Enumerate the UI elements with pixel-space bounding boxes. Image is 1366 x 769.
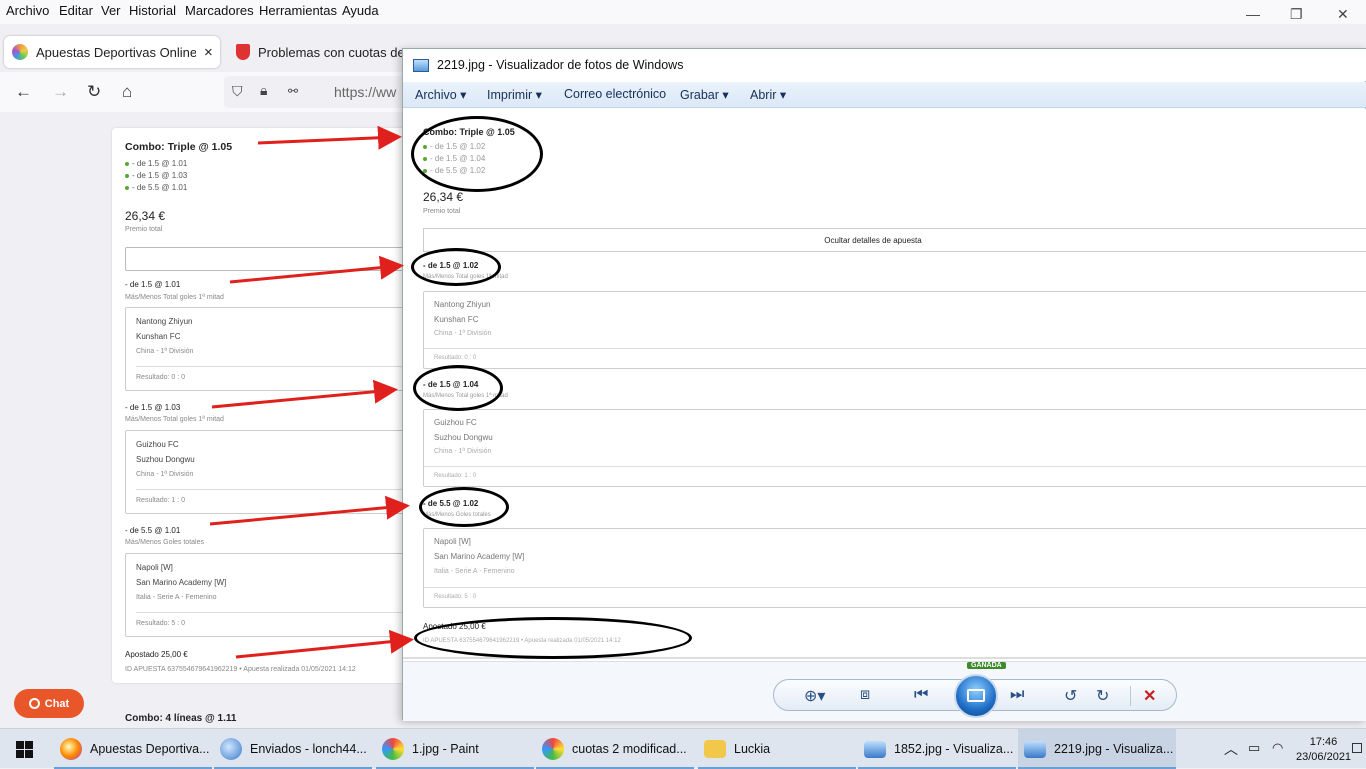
viewer-title: 2219.jpg - Visualizador de fotos de Wind… xyxy=(437,58,684,72)
rotate-left-icon[interactable]: ↺ xyxy=(1064,686,1077,706)
viewer-image: Combo: Triple @ 1.05 - de 1.5 @ 1.02 - d… xyxy=(403,109,1366,661)
firefox-icon xyxy=(60,738,82,760)
taskbar-item-thunderbird[interactable]: Enviados - lonch44... xyxy=(214,729,372,769)
league: China - 1ª División xyxy=(434,330,492,337)
viewer-menubar: Archivo ▾ Imprimir ▾ Correo electrónico … xyxy=(403,82,1366,108)
viewer-match-box: Nantong Zhiyun Kunshan FC China - 1ª Div… xyxy=(423,291,1366,369)
divider xyxy=(424,348,1366,349)
hide-details-button: Ocultar detalles de apuesta xyxy=(423,228,1366,252)
viewer-control-bar: ⊕▾ ⧈ ⏮ ⏭ ↺ ↻ ✕ xyxy=(773,674,1177,718)
folder-icon xyxy=(704,740,726,758)
slideshow-button[interactable] xyxy=(954,674,998,718)
fit-window-icon[interactable]: ⧈ xyxy=(860,686,870,704)
annotation-ellipse xyxy=(411,248,501,286)
red-arrow xyxy=(235,629,414,659)
viewer-match-box: Napoli [W] San Marino Academy [W] Italia… xyxy=(423,528,1366,608)
next-combo-title: Combo: 4 líneas @ 1.11 xyxy=(125,713,237,724)
taskbar-label: 1852.jpg - Visualiza... xyxy=(894,742,1014,756)
slideshow-icon xyxy=(967,689,985,702)
won-badge: GANADA xyxy=(967,662,1006,669)
taskbar-label: cuotas 2 modificad... xyxy=(572,742,687,756)
previous-icon[interactable]: ⏮ xyxy=(914,686,928,704)
taskbar-label: Apuestas Deportiva... xyxy=(90,742,210,756)
paint-icon xyxy=(542,738,564,760)
notifications-icon[interactable] xyxy=(1352,743,1362,753)
annotation-ellipse xyxy=(419,487,509,527)
wifi-icon[interactable]: ◠ xyxy=(1272,740,1283,756)
taskbar-item-firefox[interactable]: Apuestas Deportiva... xyxy=(54,729,212,769)
chat-bubble-icon xyxy=(28,698,40,709)
windows-logo-icon xyxy=(15,740,33,758)
chat-button[interactable]: Chat xyxy=(14,689,84,718)
league: Italia - Serie A - Femenino xyxy=(434,568,515,575)
zoom-icon[interactable]: ⊕▾ xyxy=(804,686,825,706)
system-clock[interactable]: 17:46 23/06/2021 xyxy=(1296,735,1351,765)
viewer-menu-correo[interactable]: Correo electrónico xyxy=(564,87,666,101)
clock-date: 23/06/2021 xyxy=(1296,751,1352,763)
delete-icon[interactable]: ✕ xyxy=(1143,686,1156,706)
result: Resultado: 0 : 0 xyxy=(434,355,477,361)
taskbar-label: Enviados - lonch44... xyxy=(250,742,367,756)
taskbar-label: 1.jpg - Paint xyxy=(412,742,479,756)
taskbar-item-viewer-1852[interactable]: 1852.jpg - Visualiza... xyxy=(858,729,1016,769)
tray-expand-icon[interactable]: ︿ xyxy=(1224,739,1238,759)
red-arrow xyxy=(229,255,404,284)
photo-viewer-window: 2219.jpg - Visualizador de fotos de Wind… xyxy=(402,48,1366,721)
maximize-button[interactable]: ❐ xyxy=(1290,6,1303,23)
mail-icon xyxy=(220,738,242,760)
annotation-arrows xyxy=(209,125,414,659)
taskbar-item-viewer-2219[interactable]: 2219.jpg - Visualiza... xyxy=(1018,729,1176,769)
next-icon[interactable]: ⏭ xyxy=(1010,686,1024,704)
clock-time: 17:46 xyxy=(1309,736,1338,748)
taskbar: Apuestas Deportiva... Enviados - lonch44… xyxy=(0,728,1366,769)
viewer-prize-label: Premio total xyxy=(423,208,461,215)
chat-label: Chat xyxy=(44,697,70,710)
annotation-ellipse xyxy=(411,116,543,192)
home-team: Napoli [W] xyxy=(434,537,471,546)
separator xyxy=(1130,686,1131,706)
close-window-button[interactable]: ✕ xyxy=(1337,6,1349,23)
paint-icon xyxy=(382,738,404,760)
away-team: Kunshan FC xyxy=(434,315,479,324)
viewer-match-box: Guizhou FC Suzhou Dongwu China - 1ª Divi… xyxy=(423,409,1366,487)
taskbar-item-paint-1[interactable]: 1.jpg - Paint xyxy=(376,729,534,769)
divider xyxy=(424,466,1366,467)
taskbar-label: 2219.jpg - Visualiza... xyxy=(1054,742,1174,756)
battery-icon[interactable]: ▭ xyxy=(1248,740,1260,756)
taskbar-label: Luckia xyxy=(734,742,771,756)
red-arrow xyxy=(209,495,410,526)
photo-viewer-icon xyxy=(864,740,886,758)
home-team: Guizhou FC xyxy=(434,418,477,427)
league: China - 1ª División xyxy=(434,448,492,455)
home-team: Nantong Zhiyun xyxy=(434,300,491,309)
taskbar-item-paint-2[interactable]: cuotas 2 modificad... xyxy=(536,729,694,769)
photo-viewer-icon xyxy=(1024,740,1046,758)
viewer-menu-abrir[interactable]: Abrir ▾ xyxy=(750,87,786,102)
away-team: San Marino Academy [W] xyxy=(434,552,525,561)
viewer-menu-archivo[interactable]: Archivo ▾ xyxy=(415,87,466,102)
result: Resultado: 5 : 0 xyxy=(434,594,477,600)
rotate-right-icon[interactable]: ↻ xyxy=(1096,686,1109,706)
divider xyxy=(424,587,1366,588)
viewer-titlebar: 2219.jpg - Visualizador de fotos de Wind… xyxy=(403,49,1366,81)
viewer-controls: GANADA ⊕▾ ⧈ ⏮ ⏭ ↺ ↻ ✕ xyxy=(403,661,1366,721)
annotation-ellipse xyxy=(413,365,503,411)
taskbar-item-folder[interactable]: Luckia xyxy=(698,729,856,769)
result: Resultado: 1 : 0 xyxy=(434,473,477,479)
red-arrow xyxy=(211,379,398,409)
viewer-prize: 26,34 € xyxy=(423,190,464,204)
viewer-menu-imprimir[interactable]: Imprimir ▾ xyxy=(487,87,542,102)
away-team: Suzhou Dongwu xyxy=(434,433,493,442)
red-arrow xyxy=(257,125,402,150)
viewer-menu-grabar[interactable]: Grabar ▾ xyxy=(680,87,729,102)
minimize-button[interactable]: — xyxy=(1246,6,1260,22)
start-button[interactable] xyxy=(0,729,48,769)
annotation-ellipse xyxy=(414,617,692,659)
